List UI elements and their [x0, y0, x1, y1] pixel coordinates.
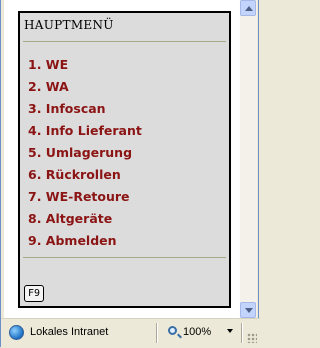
zoom-dropdown-icon[interactable]: [227, 329, 233, 333]
divider-top: [23, 41, 226, 42]
status-separator: [156, 323, 158, 343]
page-title: HAUPTMENÜ: [24, 18, 114, 32]
menu-item-altgeraete[interactable]: 8. Altgeräte: [28, 208, 142, 230]
vertical-scrollbar[interactable]: [239, 0, 257, 318]
menu-item-rueckrollen[interactable]: 6. Rückrollen: [28, 164, 142, 186]
browser-window: HAUPTMENÜ 1. WE 2. WA 3. Infoscan 4. Inf…: [0, 0, 260, 348]
scroll-down-button[interactable]: [240, 302, 256, 318]
scroll-up-button[interactable]: [240, 0, 256, 16]
menu-item-wa[interactable]: 2. WA: [28, 76, 142, 98]
chevron-down-icon: [245, 308, 253, 313]
menu-item-we[interactable]: 1. WE: [28, 54, 142, 76]
status-separator: [241, 323, 243, 343]
globe-icon: [9, 325, 24, 340]
chevron-up-icon: [245, 6, 253, 11]
security-zone-label: Lokales Intranet: [30, 326, 109, 338]
resize-grip-icon[interactable]: [247, 333, 257, 343]
menu-item-we-retoure[interactable]: 7. WE-Retoure: [28, 186, 142, 208]
menu-item-infoscan[interactable]: 3. Infoscan: [28, 98, 142, 120]
divider-bottom: [23, 257, 226, 258]
menu-item-info-lieferant[interactable]: 4. Info Lieferant: [28, 120, 142, 142]
content-viewport: HAUPTMENÜ 1. WE 2. WA 3. Infoscan 4. Inf…: [4, 0, 239, 318]
zoom-level[interactable]: 100%: [183, 326, 211, 338]
f9-button[interactable]: F9: [24, 285, 44, 302]
status-bar: Lokales Intranet 100%: [1, 318, 260, 348]
magnifier-icon[interactable]: [168, 326, 177, 335]
main-menu-panel: HAUPTMENÜ 1. WE 2. WA 3. Infoscan 4. Inf…: [18, 11, 231, 308]
main-menu: 1. WE 2. WA 3. Infoscan 4. Info Lieferan…: [28, 54, 142, 252]
menu-item-umlagerung[interactable]: 5. Umlagerung: [28, 142, 142, 164]
menu-item-abmelden[interactable]: 9. Abmelden: [28, 230, 142, 252]
